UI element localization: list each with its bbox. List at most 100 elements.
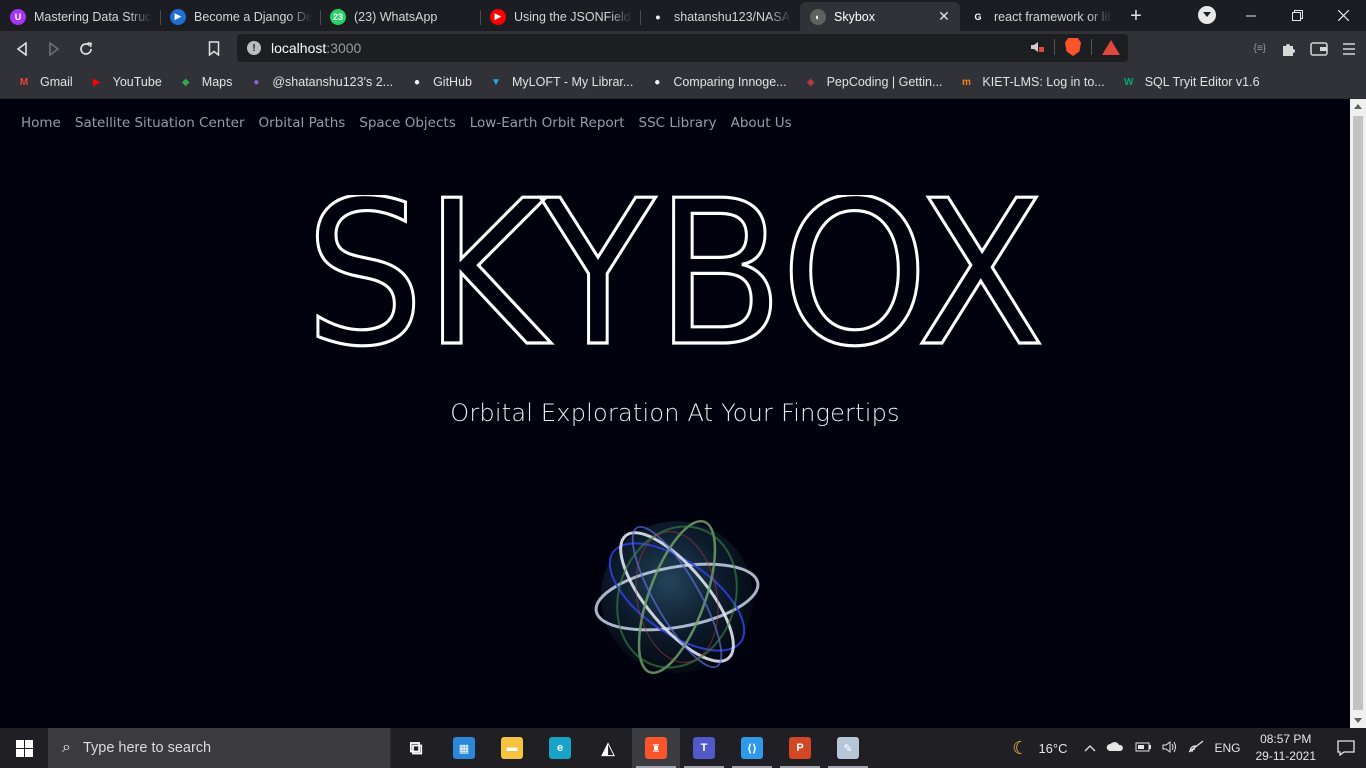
hero-title-glyphs: SKYBOX bbox=[305, 195, 1045, 355]
nav-link[interactable]: Low-Earth Orbit Report bbox=[463, 115, 632, 131]
close-tab-icon[interactable]: ✕ bbox=[936, 8, 952, 25]
back-button[interactable] bbox=[6, 34, 38, 64]
github-icon: ● bbox=[655, 11, 661, 22]
nav-link[interactable]: SSC Library bbox=[632, 115, 724, 131]
powerpoint-taskbar-button[interactable]: P bbox=[776, 728, 824, 768]
battery-icon[interactable] bbox=[1129, 741, 1157, 756]
youtube-icon: ▶ bbox=[490, 8, 506, 25]
menu-icon[interactable] bbox=[1342, 42, 1356, 56]
nav-link[interactable]: Space Objects bbox=[352, 115, 462, 131]
forward-button[interactable] bbox=[38, 34, 70, 64]
windows-taskbar: ⌕ Type here to search ⧉ ▦ ▬ e ◭ ♜ T ⟨⟩ P ✎ ☾ 16°C… bbox=[0, 728, 1366, 768]
github-icon: ● bbox=[654, 76, 661, 88]
brave-shields-icon[interactable] bbox=[1065, 38, 1081, 56]
bookmark-item[interactable]: ◆ Maps bbox=[170, 69, 241, 95]
weather-moon-icon[interactable]: ☾ bbox=[1007, 738, 1033, 759]
tab-search-button[interactable] bbox=[1198, 6, 1216, 24]
bookmark-item[interactable]: ▶ YouTube bbox=[81, 69, 170, 95]
site-navigation: Home Satellite Situation Center Orbital Pa… bbox=[14, 115, 799, 131]
browser-tab[interactable]: U Mastering Data Structu bbox=[0, 2, 160, 31]
bookmark-item[interactable]: M Gmail bbox=[8, 69, 81, 95]
browser-tab[interactable]: ● shatanshu123/NASA_S bbox=[640, 2, 800, 31]
browser-tab[interactable]: ▶ Become a Django Deve bbox=[160, 2, 320, 31]
github-icon: ● bbox=[253, 76, 260, 88]
bookmark-label: MyLOFT - My Librar... bbox=[511, 75, 634, 89]
nav-link[interactable]: Orbital Paths bbox=[252, 115, 353, 131]
brave-rewards-icon[interactable] bbox=[1102, 39, 1120, 55]
separator bbox=[1054, 39, 1055, 55]
address-bar[interactable]: ! localhost:3000 bbox=[237, 34, 1128, 62]
task-view-icon: ⧉ bbox=[409, 737, 423, 758]
unity-taskbar-button[interactable]: ◭ bbox=[584, 728, 632, 768]
clock[interactable]: 08:57 PM 29-11-2021 bbox=[1246, 731, 1327, 765]
new-tab-button[interactable]: + bbox=[1120, 2, 1152, 31]
start-button[interactable] bbox=[0, 728, 48, 768]
chevron-up-icon[interactable] bbox=[1072, 741, 1101, 755]
window-controls bbox=[1228, 0, 1366, 31]
microsoft-store-taskbar-button[interactable]: ▦ bbox=[440, 728, 488, 768]
bookmark-item[interactable]: ▼ MyLOFT - My Librar... bbox=[480, 69, 641, 95]
nav-link[interactable]: Satellite Situation Center bbox=[68, 115, 252, 131]
w3schools-icon: W bbox=[1123, 76, 1134, 88]
address-port: :3000 bbox=[326, 40, 362, 56]
bookmark-item[interactable]: W SQL Tryit Editor v1.6 bbox=[1113, 69, 1268, 95]
close-window-button[interactable] bbox=[1320, 0, 1366, 31]
paint-icon: ✎ bbox=[837, 737, 859, 759]
nav-link[interactable]: Home bbox=[14, 115, 68, 131]
scroll-up-icon[interactable] bbox=[1354, 104, 1362, 109]
tab-title: shatanshu123/NASA_S bbox=[674, 9, 792, 24]
play-icon: ▶ bbox=[170, 8, 186, 25]
volume-icon[interactable] bbox=[1157, 740, 1183, 757]
teams-taskbar-button[interactable]: T bbox=[680, 728, 728, 768]
vscode-taskbar-button[interactable]: ⟨⟩ bbox=[728, 728, 776, 768]
clock-time: 08:57 PM bbox=[1260, 732, 1312, 746]
file-explorer-taskbar-button[interactable]: ▬ bbox=[488, 728, 536, 768]
minimize-button[interactable] bbox=[1228, 0, 1274, 31]
bookmark-button[interactable] bbox=[198, 34, 230, 64]
scrollbar-thumb[interactable] bbox=[1353, 116, 1363, 710]
close-icon bbox=[1337, 10, 1349, 21]
moodle-icon: m bbox=[961, 76, 971, 88]
weather-temperature[interactable]: 16°C bbox=[1033, 741, 1072, 756]
page-scrollbar[interactable] bbox=[1350, 99, 1366, 728]
notifications-button[interactable] bbox=[1326, 728, 1366, 768]
json-viewer-extension-icon[interactable]: {≡} bbox=[1253, 43, 1266, 54]
browser-tab[interactable]: ◐ Skybox ✕ bbox=[800, 2, 960, 31]
bookmark-item[interactable]: ● Comparing Innoge... bbox=[641, 69, 794, 95]
extensions-icon[interactable] bbox=[1280, 41, 1296, 57]
bookmark-item[interactable]: m KIET-LMS: Log in to... bbox=[950, 69, 1112, 95]
browser-tab[interactable]: Greact framework or libr bbox=[960, 2, 1120, 31]
mute-icon: ◐ bbox=[810, 8, 826, 25]
taskbar-search-placeholder: Type here to search bbox=[82, 740, 212, 756]
reload-button[interactable] bbox=[70, 34, 102, 64]
bookmark-icon bbox=[208, 41, 220, 56]
browser-tab[interactable]: ▶ Using the JSONField in bbox=[480, 2, 640, 31]
bookmark-item[interactable]: ◆ PepCoding | Gettin... bbox=[795, 69, 951, 95]
taskbar-search[interactable]: ⌕ Type here to search bbox=[48, 728, 391, 768]
reload-icon bbox=[80, 41, 92, 55]
task-view-taskbar-button[interactable]: ⧉ bbox=[392, 728, 440, 768]
browser-tab[interactable]: 23 (23) WhatsApp bbox=[320, 2, 480, 31]
site-muted-icon[interactable] bbox=[1030, 40, 1044, 54]
brave-icon: ♜ bbox=[645, 737, 667, 759]
edge-taskbar-button[interactable]: e bbox=[536, 728, 584, 768]
tab-title: (23) WhatsApp bbox=[354, 9, 438, 24]
powerpoint-icon: P bbox=[789, 737, 811, 759]
brave-taskbar-button[interactable]: ♜ bbox=[632, 728, 680, 768]
tab-title: Mastering Data Structu bbox=[34, 9, 152, 24]
bookmark-item[interactable]: ● @shatanshu123's 2... bbox=[240, 69, 401, 95]
language-indicator[interactable]: ENG bbox=[1209, 741, 1245, 755]
taskbar-apps: ⧉ ▦ ▬ e ◭ ♜ T ⟨⟩ P ✎ bbox=[392, 728, 872, 768]
wallet-icon[interactable] bbox=[1310, 41, 1328, 56]
search-icon: ⌕ bbox=[62, 739, 71, 756]
tab-strip: U Mastering Data Structu ▶ Become a Django … bbox=[0, 0, 1366, 31]
bookmark-item[interactable]: ● GitHub bbox=[401, 69, 480, 95]
restore-button[interactable] bbox=[1274, 0, 1320, 31]
scroll-down-icon[interactable] bbox=[1354, 718, 1362, 723]
wifi-icon[interactable] bbox=[1183, 740, 1209, 756]
site-info-icon[interactable]: ! bbox=[247, 41, 261, 55]
bookmarks-bar: M Gmail ▶ YouTube ◆ Maps ● @shatanshu123's 2...… bbox=[0, 66, 1366, 99]
nav-link[interactable]: About Us bbox=[724, 115, 799, 131]
onedrive-icon[interactable] bbox=[1101, 741, 1129, 755]
paint-taskbar-button[interactable]: ✎ bbox=[824, 728, 872, 768]
